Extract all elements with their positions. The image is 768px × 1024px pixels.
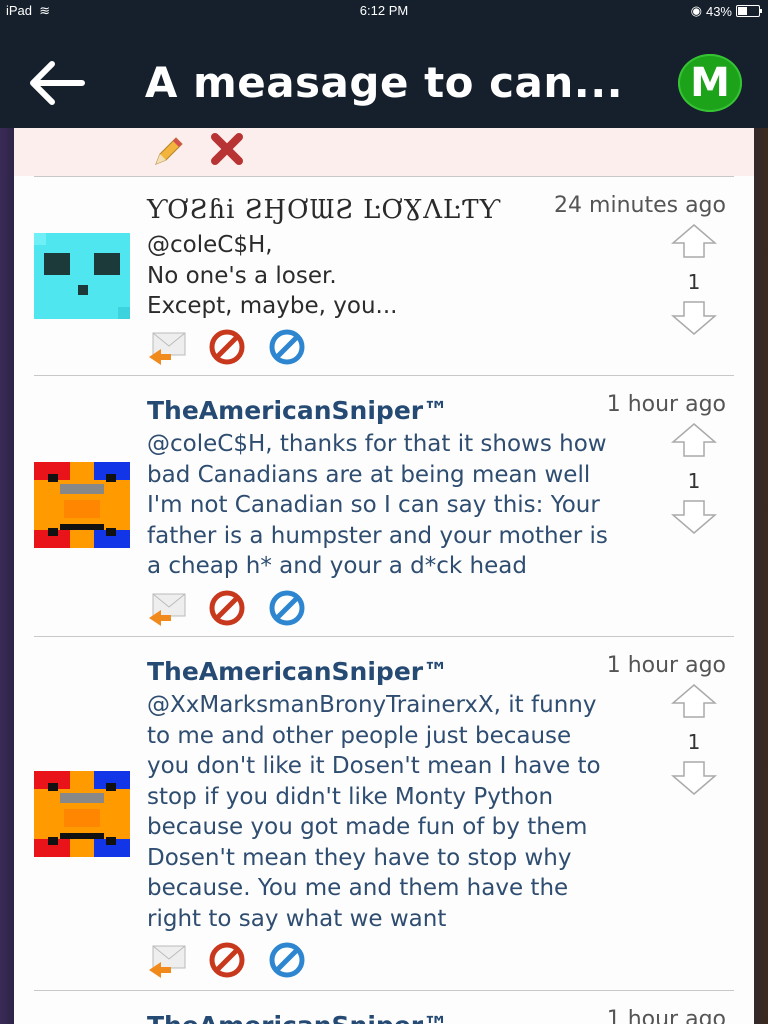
comment-body: @coleC$H, No one's a loser. Except, mayb… bbox=[147, 230, 617, 322]
comment-author[interactable]: ƳƠƧɦi ƧӇƠƜƧ ĿƠƔΛĿƬƳ bbox=[147, 195, 500, 225]
comment-time: 1 hour ago bbox=[606, 392, 726, 417]
comment-line: you don't like it Dosen't mean I have to bbox=[147, 753, 601, 779]
comment-line: @coleC$H, thanks for that it shows how bbox=[147, 431, 607, 457]
comment-line: bad Canadians are at being mean well bbox=[147, 461, 591, 488]
comment-time: 1 hour ago bbox=[606, 1007, 726, 1024]
down-arrow-icon[interactable] bbox=[670, 760, 718, 796]
avatar[interactable] bbox=[34, 233, 130, 319]
up-arrow-icon[interactable] bbox=[670, 422, 718, 458]
comment-actions bbox=[147, 327, 307, 367]
comment-line: No one's a loser. bbox=[147, 262, 337, 289]
comment-line: Dosen't mean they have to stop why bbox=[147, 844, 572, 871]
avatar[interactable] bbox=[34, 771, 130, 857]
status-time: 6:12 PM bbox=[359, 3, 409, 18]
comment-item: ƳƠƧɦi ƧӇƠƜƧ ĿƠƔΛĿƬƳ 24 minutes ago @cole… bbox=[14, 177, 754, 375]
comment-actions bbox=[147, 588, 307, 628]
comment-item: TheAmericanSniper™ 1 hour ago @XxMarksma… bbox=[14, 637, 754, 989]
comment-line: because. You me and them have the bbox=[147, 875, 569, 901]
status-bar: iPad ≋ 6:12 PM ◉ 43% bbox=[0, 0, 768, 22]
comment-line: because you got made fun of by them bbox=[147, 814, 588, 840]
battery-icon bbox=[736, 5, 762, 17]
vote-control: 1 bbox=[669, 223, 719, 341]
vote-control: 1 bbox=[669, 683, 719, 801]
comment-author[interactable]: TheAmericanSniper™ bbox=[147, 657, 448, 686]
comment-line: right to say what we want bbox=[147, 905, 447, 932]
vote-count: 1 bbox=[687, 469, 701, 493]
comment-line: I'm not Canadian so I can say this: Your bbox=[147, 492, 600, 518]
down-arrow-icon[interactable] bbox=[670, 499, 718, 535]
comment-item: TheAmericanSniper™ 1 hour ago @coleC$H, … bbox=[14, 376, 754, 636]
pencil-icon[interactable] bbox=[150, 134, 186, 170]
comment-line: @XxMarksmanBronyTrainerxX, it funny bbox=[147, 692, 597, 718]
comments-panel: ƳƠƧɦi ƧӇƠƜƧ ĿƠƔΛĿƬƳ 24 minutes ago @cole… bbox=[14, 128, 754, 1024]
comment-line: stop if you didn't like Monty Python bbox=[147, 783, 554, 810]
edit-toolbar bbox=[14, 128, 754, 176]
battery-percent: 43% bbox=[705, 3, 732, 19]
block-icon[interactable] bbox=[207, 942, 247, 978]
logo-letter: M bbox=[690, 60, 730, 106]
flag-icon[interactable] bbox=[267, 942, 307, 978]
comment-item: TheAmericanSniper™ 1 hour ago bbox=[14, 991, 754, 1024]
nav-bar: A measage to can... M bbox=[0, 22, 768, 128]
comment-line: a cheap h* and your a d*ck head bbox=[147, 553, 527, 579]
page-title: A measage to can... bbox=[144, 58, 624, 107]
down-arrow-icon[interactable] bbox=[670, 300, 718, 336]
vote-control: 1 bbox=[669, 422, 719, 540]
logo-m-icon[interactable]: M bbox=[678, 54, 742, 112]
comment-body: @XxMarksmanBronyTrainerxX, it funny to m… bbox=[147, 690, 617, 934]
vote-count: 1 bbox=[687, 270, 701, 294]
orientation-lock-icon: ◉ bbox=[690, 3, 702, 18]
comment-line: to me and other people just because bbox=[147, 722, 572, 749]
comment-line: @coleC$H, bbox=[147, 232, 273, 258]
reply-envelope-icon[interactable] bbox=[147, 590, 187, 626]
flag-icon[interactable] bbox=[267, 329, 307, 365]
block-icon[interactable] bbox=[207, 329, 247, 365]
comment-actions bbox=[147, 940, 307, 980]
avatar[interactable] bbox=[34, 462, 130, 548]
up-arrow-icon[interactable] bbox=[670, 683, 718, 719]
back-arrow-icon[interactable] bbox=[28, 60, 86, 106]
reply-envelope-icon[interactable] bbox=[147, 329, 187, 365]
comment-author[interactable]: TheAmericanSniper™ bbox=[147, 1011, 448, 1024]
x-icon[interactable] bbox=[208, 130, 246, 168]
comment-time: 1 hour ago bbox=[606, 653, 726, 678]
reply-envelope-icon[interactable] bbox=[147, 942, 187, 978]
comment-line: father is a humpster and your mother is bbox=[147, 522, 608, 549]
vote-count: 1 bbox=[687, 730, 701, 754]
comment-body: @coleC$H, thanks for that it shows how b… bbox=[147, 429, 617, 582]
battery-status: ◉ 43% bbox=[690, 3, 762, 19]
comment-line: Except, maybe, you... bbox=[147, 293, 398, 319]
block-icon[interactable] bbox=[207, 590, 247, 626]
flag-icon[interactable] bbox=[267, 590, 307, 626]
comment-author[interactable]: TheAmericanSniper™ bbox=[147, 396, 448, 425]
comment-time: 24 minutes ago bbox=[554, 193, 726, 218]
up-arrow-icon[interactable] bbox=[670, 223, 718, 259]
